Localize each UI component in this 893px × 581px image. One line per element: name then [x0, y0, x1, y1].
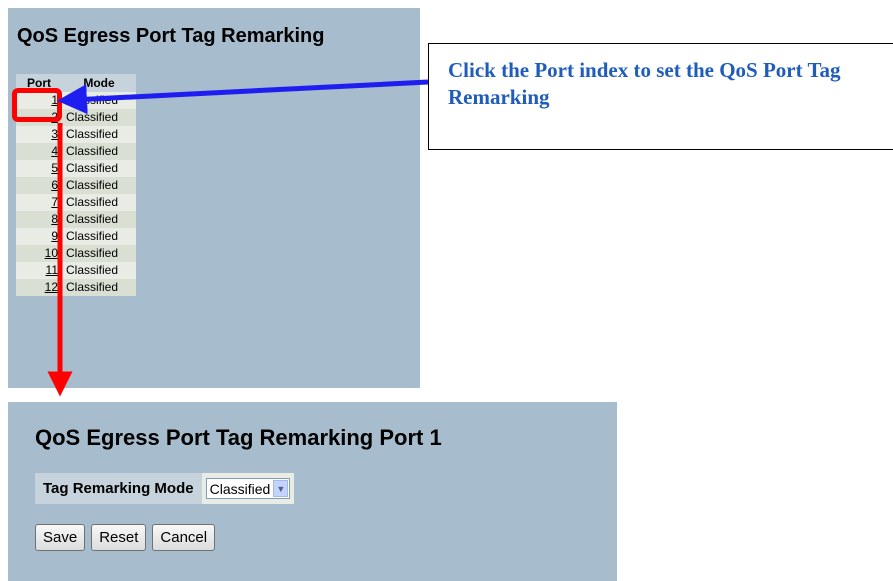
table-row: 12 Classified [16, 279, 136, 296]
mode-cell: Classified [62, 126, 136, 143]
port-1-highlight [12, 88, 62, 122]
port-link-11[interactable]: 11 [46, 263, 58, 277]
mode-cell: Classified [62, 109, 136, 126]
port-link-8[interactable]: 8 [51, 212, 58, 226]
port-cell: 4 [16, 143, 62, 160]
callout-text: Click the Port index to set the QoS Port… [448, 58, 841, 109]
table-row: 9 Classified [16, 228, 136, 245]
port-link-3[interactable]: 3 [51, 127, 58, 141]
mode-cell: Classified [62, 245, 136, 262]
chevron-down-icon[interactable]: ▼ [273, 480, 289, 497]
button-row: Save Reset Cancel [35, 524, 216, 551]
port-link-9[interactable]: 9 [51, 229, 58, 243]
port-cell: 8 [16, 211, 62, 228]
port-cell: 12 [16, 279, 62, 296]
tag-remarking-mode-select[interactable]: Classified ▼ [205, 478, 291, 499]
tag-remarking-mode-cell: Classified ▼ [201, 473, 295, 504]
port-link-10[interactable]: 10 [45, 246, 58, 260]
port-cell: 3 [16, 126, 62, 143]
select-value: Classified [209, 480, 271, 497]
port-link-5[interactable]: 5 [51, 161, 58, 175]
mode-cell: Classified [62, 194, 136, 211]
port-cell: 10 [16, 245, 62, 262]
port-cell: 6 [16, 177, 62, 194]
mode-cell: Classified [62, 279, 136, 296]
reset-button[interactable]: Reset [91, 524, 147, 551]
table-row: 7 Classified [16, 194, 136, 211]
table-row: 5 Classified [16, 160, 136, 177]
port-link-12[interactable]: 12 [45, 280, 58, 294]
mode-cell: Classified [62, 92, 136, 109]
detail-title: QoS Egress Port Tag Remarking Port 1 [35, 425, 442, 450]
mode-cell: Classified [62, 160, 136, 177]
port-detail-panel: QoS Egress Port Tag Remarking Port 1 Tag… [8, 402, 617, 581]
port-link-4[interactable]: 4 [51, 144, 58, 158]
port-link-6[interactable]: 6 [51, 178, 58, 192]
tag-remarking-mode-row: Tag Remarking Mode Classified ▼ [35, 473, 295, 504]
mode-cell: Classified [62, 228, 136, 245]
save-button[interactable]: Save [35, 524, 86, 551]
port-table-body: 1 Classified 2 Classified 3 Classified 4 Classi… [16, 92, 136, 296]
mode-cell: Classified [62, 211, 136, 228]
tag-remarking-mode-label: Tag Remarking Mode [35, 473, 202, 504]
mode-cell: Classified [62, 143, 136, 160]
table-row: 10 Classified [16, 245, 136, 262]
table-row: 3 Classified [16, 126, 136, 143]
mode-cell: Classified [62, 262, 136, 279]
table-row: 8 Classified [16, 211, 136, 228]
cancel-button[interactable]: Cancel [152, 524, 216, 551]
port-cell: 9 [16, 228, 62, 245]
table-row: 6 Classified [16, 177, 136, 194]
table-row: 11 Classified [16, 262, 136, 279]
port-cell: 5 [16, 160, 62, 177]
port-cell: 11 [16, 262, 62, 279]
port-cell: 7 [16, 194, 62, 211]
port-link-7[interactable]: 7 [51, 195, 58, 209]
mode-cell: Classified [62, 177, 136, 194]
page-title: QoS Egress Port Tag Remarking [17, 25, 325, 47]
table-row: 4 Classified [16, 143, 136, 160]
column-header-mode: Mode [62, 74, 136, 92]
port-list-panel: QoS Egress Port Tag Remarking Port Mode … [8, 8, 420, 388]
callout-box: Click the Port index to set the QoS Port… [428, 43, 893, 150]
